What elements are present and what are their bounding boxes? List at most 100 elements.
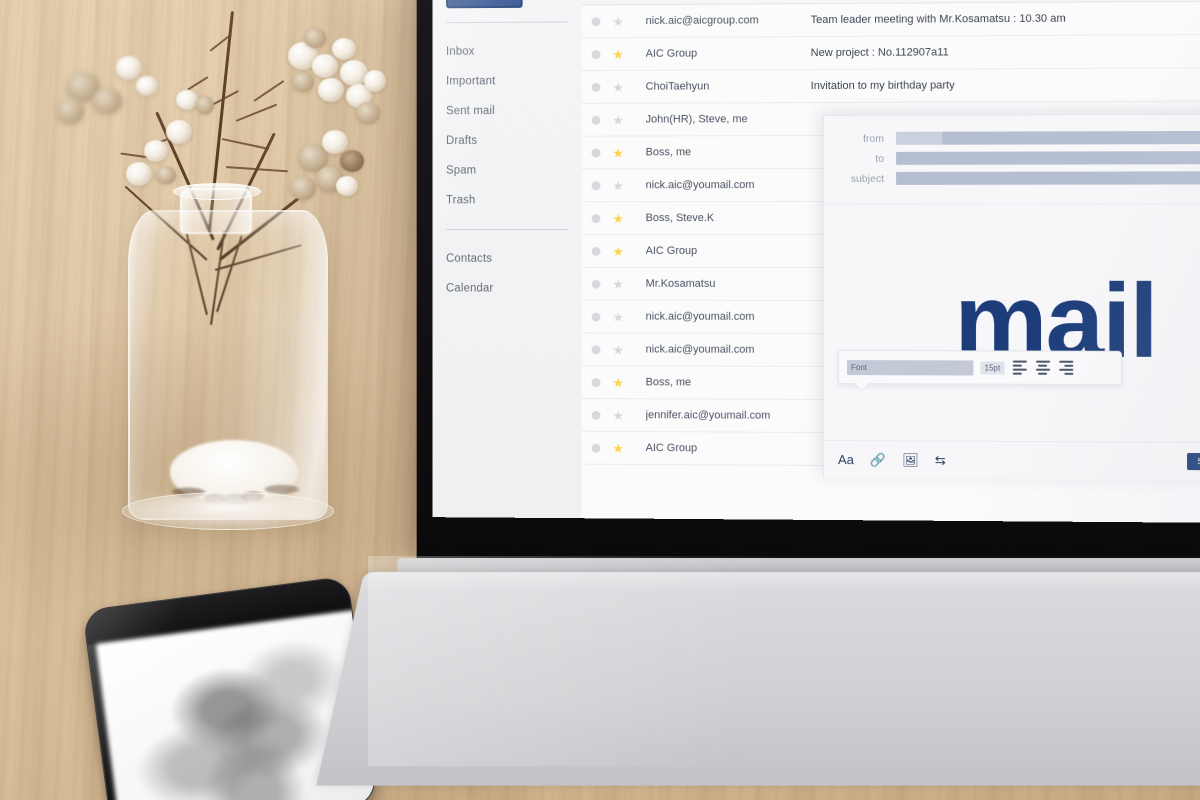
dried-bloom — [166, 120, 192, 144]
sidebar-item-trash[interactable]: Trash — [440, 185, 582, 215]
star-icon[interactable]: ★ — [612, 14, 624, 29]
email-sender: Boss, Steve.K — [645, 212, 715, 225]
mail-application: COMPOSE Inbox Important Sent mail Drafts… — [432, 0, 1200, 523]
dried-bloom — [156, 166, 176, 184]
laptop-screen: COMPOSE Inbox Important Sent mail Drafts… — [432, 0, 1200, 523]
sidebar-divider-bottom — [446, 229, 568, 231]
sidebar-item-calendar[interactable]: Calendar — [440, 274, 582, 304]
compose-toolbar: Aa 🔗 🖼 ⇆ Send — [824, 439, 1200, 481]
email-sender: John(HR), Steve, me — [645, 113, 748, 126]
star-icon[interactable]: ★ — [612, 440, 624, 455]
star-icon[interactable]: ★ — [612, 79, 624, 94]
select-dot[interactable] — [591, 344, 601, 354]
laptop: COMPOSE Inbox Important Sent mail Drafts… — [316, 0, 1200, 800]
star-icon[interactable]: ★ — [612, 243, 624, 258]
compose-from-input[interactable] — [896, 130, 1200, 145]
sidebar-divider-top — [446, 21, 568, 24]
glass-vase-with-dried-flowers — [40, 0, 400, 560]
select-dot[interactable] — [591, 312, 601, 322]
compose-subject-input[interactable] — [896, 171, 1200, 185]
email-sender: ChoiTaehyun — [645, 80, 710, 93]
select-dot[interactable] — [591, 377, 601, 387]
sidebar-item-sent-mail[interactable]: Sent mail — [440, 96, 582, 126]
compose-from-label: from — [863, 132, 885, 145]
dried-bloom — [340, 150, 364, 172]
dried-bloom — [292, 72, 314, 92]
compose-subject-row: subject — [840, 171, 1200, 185]
dried-bloom — [126, 162, 152, 186]
compose-panel: from to subject mail Font 15pt Aa 🔗 🖼 ⇆ … — [823, 113, 1200, 481]
dried-bloom — [176, 90, 198, 110]
select-dot[interactable] — [591, 410, 601, 420]
twig — [235, 103, 278, 122]
select-dot[interactable] — [591, 82, 601, 92]
laptop-base: esc ☀ F1 ✳ F2 ▤ F3 ∷∷ — [316, 572, 1200, 786]
compose-subject-label: subject — [850, 172, 885, 185]
font-formatting-popup: Font 15pt — [837, 350, 1122, 386]
star-icon[interactable]: ★ — [612, 276, 624, 291]
align-left-icon[interactable] — [1011, 360, 1027, 376]
compose-button[interactable]: COMPOSE — [446, 0, 523, 9]
star-icon[interactable]: ★ — [612, 145, 624, 160]
twig — [187, 76, 209, 91]
dried-bloom — [196, 96, 214, 114]
desk-photo-scene: COMPOSE Inbox Important Sent mail Drafts… — [0, 0, 1200, 800]
star-icon[interactable]: ★ — [612, 309, 624, 324]
email-sender: nick.aic@youmail.com — [645, 179, 755, 192]
dried-bloom — [312, 54, 338, 78]
star-icon[interactable]: ★ — [612, 178, 624, 193]
twig — [221, 138, 270, 150]
compose-to-label: to — [875, 152, 885, 165]
compose-from-row: from — [840, 130, 1200, 145]
select-dot[interactable] — [591, 246, 601, 256]
email-sender: AIC Group — [645, 244, 698, 257]
table-row[interactable]: ★ ChoiTaehyun Invitation to my birthday … — [581, 68, 1200, 104]
share-icon[interactable]: ⇆ — [935, 453, 946, 468]
select-dot[interactable] — [591, 16, 601, 26]
select-dot[interactable] — [591, 115, 601, 125]
sidebar-item-spam[interactable]: Spam — [440, 156, 582, 186]
sidebar-item-drafts[interactable]: Drafts — [440, 126, 582, 156]
star-icon[interactable]: ★ — [612, 47, 624, 62]
dried-bloom — [136, 76, 158, 96]
table-row[interactable]: ★ AIC Group New project : No.112907a11 — [581, 34, 1200, 72]
select-dot[interactable] — [591, 148, 601, 158]
compose-to-input[interactable] — [896, 151, 1200, 165]
paperclip-icon[interactable]: 🔗 — [870, 452, 886, 467]
compose-fields: from to subject — [824, 114, 1200, 206]
star-icon[interactable]: ★ — [612, 112, 624, 127]
send-button[interactable]: Send — [1187, 452, 1200, 471]
sidebar-item-inbox[interactable]: Inbox — [440, 36, 582, 66]
select-dot[interactable] — [591, 443, 601, 453]
star-icon[interactable]: ★ — [612, 375, 624, 390]
email-sender: nick.aic@youmail.com — [645, 310, 755, 323]
dried-bloom — [116, 56, 142, 80]
email-sender: Boss, me — [645, 146, 692, 159]
select-dot[interactable] — [591, 49, 601, 59]
email-sender: Boss, me — [645, 376, 692, 389]
dried-bloom — [336, 176, 358, 196]
image-icon[interactable]: 🖼 — [902, 452, 919, 467]
table-row[interactable]: ★ nick.aic@aicgroup.com Team leader meet… — [581, 1, 1200, 39]
select-dot[interactable] — [591, 279, 601, 289]
vase-base — [122, 492, 334, 530]
sidebar-item-contacts[interactable]: Contacts — [440, 244, 582, 274]
mail-sidebar: COMPOSE Inbox Important Sent mail Drafts… — [432, 0, 582, 519]
dried-bloom — [92, 88, 122, 114]
star-icon[interactable]: ★ — [612, 408, 624, 423]
email-subject: Team leader meeting with Mr.Kosamatsu : … — [810, 12, 1066, 27]
star-icon[interactable]: ★ — [612, 342, 624, 357]
select-dot[interactable] — [591, 180, 601, 190]
dried-bloom — [56, 98, 84, 124]
font-size-selector[interactable]: 15pt — [980, 360, 1005, 375]
sidebar-item-important[interactable]: Important — [440, 66, 582, 96]
align-right-icon[interactable] — [1058, 360, 1074, 376]
select-dot[interactable] — [591, 213, 601, 223]
email-sender: AIC Group — [645, 47, 698, 60]
align-center-icon[interactable] — [1035, 360, 1051, 376]
font-name-input[interactable]: Font — [846, 359, 974, 376]
email-sender: jennifer.aic@youmail.com — [645, 409, 771, 422]
star-icon[interactable]: ★ — [612, 211, 624, 226]
text-format-icon[interactable]: Aa — [838, 452, 854, 467]
compose-body[interactable]: mail Font 15pt — [824, 204, 1200, 443]
